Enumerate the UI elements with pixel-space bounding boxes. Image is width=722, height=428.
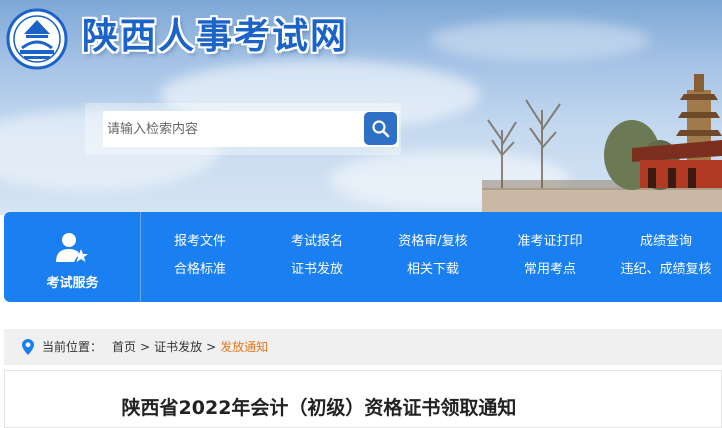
breadcrumb-separator: > [206, 340, 217, 354]
nav-link-exam-sites[interactable]: 常用考点 [524, 260, 576, 280]
user-star-icon [56, 233, 88, 262]
exam-service-panel[interactable]: 考试服务 [4, 212, 141, 302]
breadcrumb-certificate-link[interactable]: 证书发放 [154, 329, 202, 365]
search-input[interactable] [103, 111, 399, 147]
header-banner: 陕西人事考试网 [0, 0, 722, 215]
location-pin-icon [22, 339, 34, 355]
breadcrumb-prefix: 当前位置： [42, 340, 103, 354]
site-title[interactable]: 陕西人事考试网 [82, 12, 348, 62]
shaanxi-logo-icon [6, 8, 68, 70]
exam-service-label: 考试服务 [46, 276, 99, 291]
main-nav: 考试服务 报考文件 考试报名 资格审/复核 准考证打印 成绩查询 合格标准 证书… [4, 212, 722, 302]
nav-link-qualification-review[interactable]: 资格审/复核 [398, 232, 467, 252]
breadcrumb-current[interactable]: 发放通知 [220, 329, 268, 365]
search-button[interactable] [364, 112, 397, 145]
nav-link-pass-standard[interactable]: 合格标准 [174, 260, 226, 280]
nav-link-certificate-issue[interactable]: 证书发放 [291, 260, 343, 280]
article-title: 陕西省2022年会计（初级）资格证书领取通知 [121, 397, 517, 419]
article-container: 陕西省2022年会计（初级）资格证书领取通知 [4, 370, 722, 428]
breadcrumb: 当前位置： 首页 > 证书发放 > 发放通知 [4, 329, 722, 365]
banner-scenery-image [482, 74, 722, 215]
nav-link-exam-registration[interactable]: 考试报名 [291, 232, 343, 252]
nav-link-admission-print[interactable]: 准考证打印 [517, 232, 582, 252]
breadcrumb-home-link[interactable]: 首页 [112, 329, 136, 365]
banner-cloud [430, 20, 650, 60]
nav-link-registration-docs[interactable]: 报考文件 [174, 232, 226, 252]
nav-link-downloads[interactable]: 相关下载 [407, 260, 459, 280]
breadcrumb-separator: > [140, 340, 151, 354]
search-icon [371, 119, 389, 137]
breadcrumb-trail: 当前位置： 首页 > 证书发放 > 发放通知 [42, 329, 268, 365]
nav-link-violation-review[interactable]: 违纪、成绩复核 [620, 260, 711, 280]
nav-link-score-query[interactable]: 成绩查询 [640, 232, 692, 252]
